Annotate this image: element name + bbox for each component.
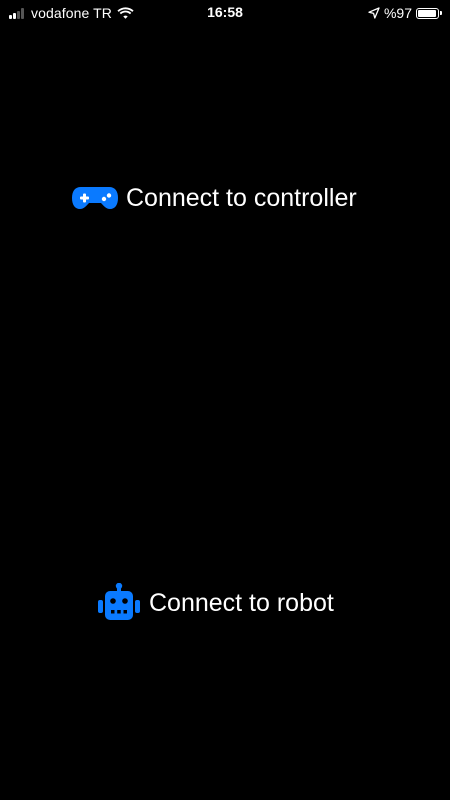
connect-robot-label: Connect to robot	[149, 588, 334, 617]
battery-icon	[416, 7, 439, 19]
robot-icon	[98, 583, 140, 620]
battery-cap	[440, 11, 442, 15]
connect-robot-button[interactable]: Connect to robot	[95, 583, 334, 623]
location-arrow-icon	[368, 7, 380, 19]
connect-controller-label: Connect to controller	[126, 183, 357, 212]
status-bar-right: %97	[368, 5, 442, 21]
gamepad-icon	[72, 187, 118, 209]
connect-controller-button[interactable]: Connect to controller	[70, 182, 357, 214]
battery-fill	[418, 9, 437, 17]
status-bar: vodafone TR 16:58 %97	[0, 0, 450, 26]
battery-percent: %97	[383, 5, 412, 21]
